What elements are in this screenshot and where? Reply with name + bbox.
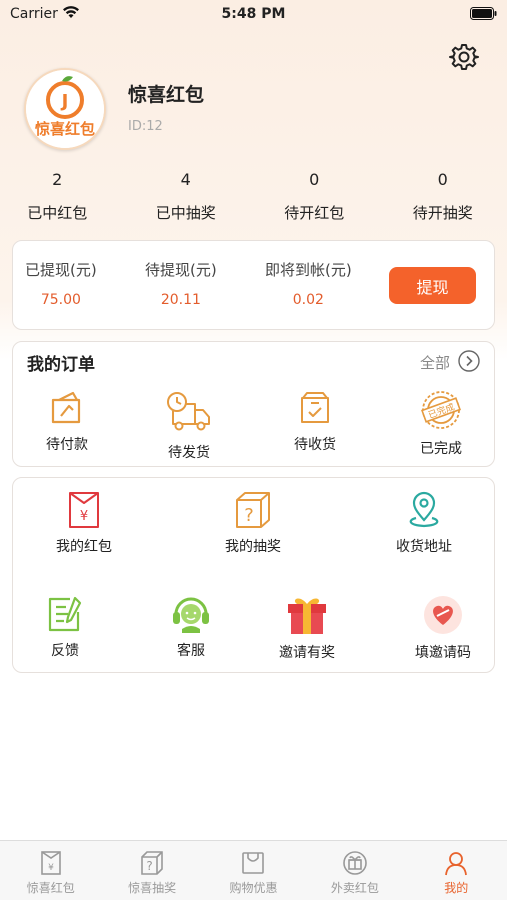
user-id: ID:12 <box>128 119 163 134</box>
tab-red-envelopes[interactable]: ¥ 惊喜红包 <box>0 841 101 900</box>
menu-label: 邀请有奖 <box>279 645 335 661</box>
battery-icon <box>470 7 497 20</box>
question-glyph: ? <box>244 505 254 526</box>
withdrawn-block: 已提现(元) 75.00 <box>25 259 97 308</box>
menu-label: 客服 <box>177 643 205 659</box>
order-label: 待收货 <box>294 437 336 453</box>
completed-stamp-icon: 已完成 <box>421 391 461 429</box>
tab-label: 我的 <box>444 881 469 895</box>
user-name: 惊喜红包 <box>128 84 205 106</box>
avatar-caption: 惊喜红包 <box>35 120 95 138</box>
mystery-box-icon: ? <box>236 492 270 528</box>
stat-label: 已中红包 <box>27 204 88 222</box>
menu-label: 反馈 <box>51 643 79 659</box>
customer-service-icon <box>173 597 209 633</box>
tab-label: 外卖红包 <box>330 881 379 895</box>
menu-label: 收货地址 <box>396 539 452 555</box>
invite-code-icon <box>424 596 462 634</box>
tab-profile[interactable]: 我的 <box>406 841 507 900</box>
stat-lotteries-pending[interactable]: 0 待开抽奖 <box>379 168 507 223</box>
tab-label: 惊喜红包 <box>26 881 75 895</box>
gear-icon[interactable] <box>449 42 479 72</box>
gift-icon <box>288 598 326 634</box>
arriving-block: 即将到帐(元) 0.02 <box>265 259 352 308</box>
order-pending-payment[interactable]: 待付款 <box>27 390 107 454</box>
stat-count: 0 <box>309 170 320 189</box>
stat-count: 4 <box>180 170 191 189</box>
withdrawn-label: 已提现(元) <box>25 261 97 279</box>
menu-invite-rewards[interactable]: 邀请有奖 <box>257 594 357 662</box>
order-pending-receipt[interactable]: 待收货 <box>275 390 355 454</box>
truck-icon <box>167 392 210 431</box>
tab-label: 惊喜抽奖 <box>128 881 177 895</box>
arriving-label: 即将到帐(元) <box>265 261 352 279</box>
avatar-logo-letter: J <box>60 91 69 112</box>
orders-title: 我的订单 <box>27 355 95 375</box>
red-envelope-icon: ¥ <box>69 492 99 528</box>
pending-label: 待提现(元) <box>145 261 217 279</box>
lottery-tab-icon: ? <box>141 851 163 875</box>
status-bar: Carrier 5:48 PM <box>0 0 507 30</box>
stat-count: 2 <box>52 170 63 189</box>
location-pin-icon <box>409 491 439 528</box>
pending-block: 待提现(元) 20.11 <box>145 259 217 308</box>
orders-card: 我的订单 全部 待付款 待发货 待收货 已完成 已完成 <box>12 341 495 467</box>
tab-takeout[interactable]: 外卖红包 <box>304 841 405 900</box>
menu-feedback[interactable]: 反馈 <box>15 594 115 660</box>
menu-label: 我的抽奖 <box>225 539 281 555</box>
avatar[interactable]: J 惊喜红包 <box>24 68 106 150</box>
box-icon <box>301 392 329 423</box>
feedback-icon <box>48 596 82 632</box>
menu-my-red-envelopes[interactable]: ¥ 我的红包 <box>34 490 134 556</box>
takeout-gift-tab-icon <box>343 851 367 875</box>
tab-glyph: ? <box>146 859 152 873</box>
shopping-bag-tab-icon <box>242 852 265 874</box>
stat-count: 0 <box>437 170 448 189</box>
menu-label: 填邀请码 <box>415 645 471 661</box>
clock: 5:48 PM <box>221 6 286 22</box>
tab-lottery[interactable]: ? 惊喜抽奖 <box>101 841 202 900</box>
tab-bar: ¥ 惊喜红包 ? 惊喜抽奖 购物优惠 外卖红包 我的 <box>0 840 507 900</box>
stat-label: 待开红包 <box>284 204 345 222</box>
menu-customer-service[interactable]: 客服 <box>141 594 241 660</box>
menu-label: 我的红包 <box>56 539 112 555</box>
stats-row: 2 已中红包 4 已中抽奖 0 待开红包 0 待开抽奖 <box>0 168 507 223</box>
services-card: ¥ 我的红包 ? 我的抽奖 收货地址 反馈 客服 邀请有奖 填邀请码 <box>12 477 495 673</box>
chevron-right-icon[interactable] <box>458 350 480 372</box>
order-completed[interactable]: 已完成 已完成 <box>401 390 481 458</box>
withdrawn-value: 75.00 <box>40 292 81 308</box>
tab-glyph: ¥ <box>48 863 54 873</box>
stat-red-envelopes-won[interactable]: 2 已中红包 <box>0 168 122 223</box>
order-label: 已完成 <box>420 441 462 457</box>
orders-all-link[interactable]: 全部 <box>420 352 450 373</box>
stat-lotteries-won[interactable]: 4 已中抽奖 <box>122 168 251 223</box>
wallet-card: 已提现(元) 75.00 待提现(元) 20.11 即将到帐(元) 0.02 提… <box>12 240 495 330</box>
stat-label: 待开抽奖 <box>412 204 473 222</box>
orange-logo-icon: J 惊喜红包 <box>26 70 104 148</box>
stat-red-envelopes-pending[interactable]: 0 待开红包 <box>250 168 379 223</box>
tab-label: 购物优惠 <box>229 881 278 895</box>
yen-glyph: ¥ <box>80 509 88 524</box>
stat-label: 已中抽奖 <box>155 204 216 222</box>
profile-tab-icon <box>445 852 468 876</box>
order-pending-shipment[interactable]: 待发货 <box>149 390 229 462</box>
arriving-value: 0.02 <box>292 292 324 308</box>
menu-enter-invite-code[interactable]: 填邀请码 <box>393 594 493 662</box>
red-envelope-tab-icon: ¥ <box>40 851 61 875</box>
withdraw-button[interactable]: 提现 <box>389 267 476 304</box>
menu-my-lotteries[interactable]: ? 我的抽奖 <box>203 490 303 556</box>
tab-shopping[interactable]: 购物优惠 <box>203 841 304 900</box>
order-label: 待发货 <box>168 445 210 461</box>
menu-shipping-address[interactable]: 收货地址 <box>374 490 474 556</box>
wallet-icon <box>51 391 81 424</box>
pending-value: 20.11 <box>160 292 201 308</box>
order-label: 待付款 <box>46 437 88 453</box>
